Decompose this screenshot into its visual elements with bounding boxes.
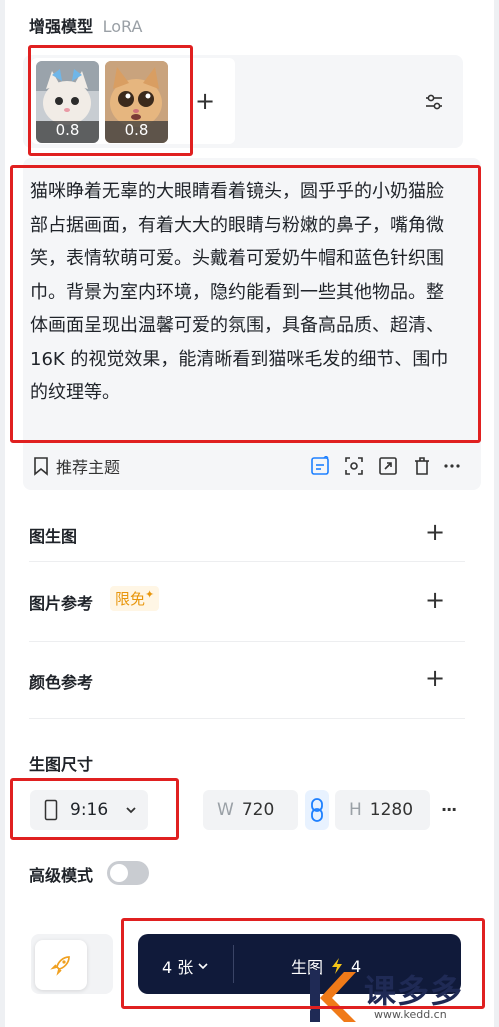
img2img-title: 图生图 xyxy=(29,527,78,546)
chevron-down-icon xyxy=(198,963,208,970)
divider xyxy=(29,641,465,642)
lora-title: 增强模型 LoRA xyxy=(29,13,142,37)
lora-weight-1: 0.8 xyxy=(55,121,80,139)
width-label: W xyxy=(217,800,234,820)
inspiration-button[interactable] xyxy=(35,940,87,990)
img2img-add-button[interactable]: + xyxy=(425,520,445,544)
width-input[interactable]: W 720 xyxy=(203,790,298,830)
lora-settings-icon[interactable] xyxy=(423,91,445,113)
bookmark-icon xyxy=(34,457,48,476)
ratio-select[interactable]: 9:16 xyxy=(30,790,148,830)
aspect-lock-button[interactable] xyxy=(305,790,329,830)
image-ref-title: 图片参考 xyxy=(29,594,94,613)
height-label: H xyxy=(349,800,362,820)
height-value: 1280 xyxy=(369,800,414,820)
rocket-icon xyxy=(50,956,70,976)
lora-thumb-1[interactable]: 0.8 xyxy=(36,61,99,143)
side-panel: 增强模型 LoRA 0.8 0.8 + 猫咪睁着无辜的大眼睛看着镜头，圆乎乎的小… xyxy=(5,0,494,1027)
size-more-button[interactable]: ··· xyxy=(441,800,457,819)
image-to-prompt-icon[interactable] xyxy=(343,455,365,477)
divider xyxy=(29,718,465,719)
height-input[interactable]: H 1280 xyxy=(335,790,430,830)
more-options-icon[interactable] xyxy=(441,455,463,477)
count-value: 4 张 xyxy=(162,958,194,977)
image-ref-add-button[interactable]: + xyxy=(425,588,445,612)
watermark-logo xyxy=(301,970,356,1022)
color-ref-add-button[interactable]: + xyxy=(425,666,445,690)
count-select[interactable]: 4 张 xyxy=(162,954,209,978)
watermark-url: www.kedd.cn xyxy=(374,1008,447,1021)
lora-weight-2: 0.8 xyxy=(124,121,149,139)
prompt-textarea[interactable]: 猫咪睁着无辜的大眼睛看着镜头，圆乎乎的小奶猫脸部占据画面，有着大大的眼睛与粉嫩的… xyxy=(30,175,460,410)
generate-divider xyxy=(233,945,234,983)
recommend-topic-button[interactable]: 推荐主题 xyxy=(32,454,120,478)
watermark-brand: 课多多 xyxy=(364,972,464,1010)
link-icon xyxy=(311,798,323,822)
lora-title-text: 增强模型 xyxy=(29,17,94,36)
width-value: 720 xyxy=(241,800,275,820)
free-badge-label: 限免 xyxy=(115,590,146,608)
color-ref-title: 颜色参考 xyxy=(29,673,94,692)
ratio-value: 9:16 xyxy=(70,800,109,820)
portrait-ratio-icon xyxy=(44,799,58,821)
toggle-knob xyxy=(110,864,128,882)
size-title: 生图尺寸 xyxy=(29,755,94,774)
lora-thumb-2[interactable]: 0.8 xyxy=(105,61,168,143)
expand-editor-icon[interactable] xyxy=(377,455,399,477)
trash-icon[interactable] xyxy=(411,455,433,477)
lora-subtitle: LoRA xyxy=(102,17,143,36)
lora-add-button[interactable]: + xyxy=(195,89,215,113)
watermark: 课多多 www.kedd.cn xyxy=(298,960,498,1024)
sparkle-icon: ✦ xyxy=(145,588,155,601)
advanced-mode-toggle[interactable] xyxy=(107,861,149,885)
divider xyxy=(29,561,465,562)
recommend-topic-label: 推荐主题 xyxy=(56,458,121,477)
advanced-mode-label: 高级模式 xyxy=(29,866,94,885)
free-badge: 限免✦ xyxy=(110,586,160,611)
ai-expand-icon[interactable] xyxy=(309,455,331,477)
chevron-down-icon xyxy=(126,807,136,814)
